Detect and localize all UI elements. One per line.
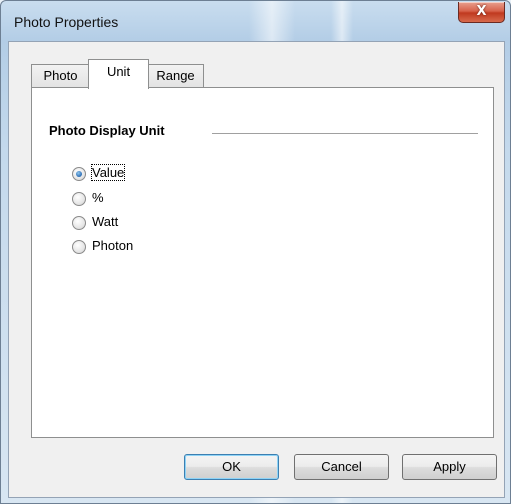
tab-range[interactable]: Range — [147, 64, 204, 87]
radio-label-value: Value — [90, 164, 126, 181]
tab-unit[interactable]: Unit — [88, 59, 149, 89]
photo-properties-window: Photo Properties X Photo Unit Range Phot… — [0, 0, 511, 504]
dialog-client-area: Photo Unit Range Photo Display Unit Valu… — [8, 41, 505, 498]
close-button[interactable]: X — [458, 2, 505, 23]
apply-button[interactable]: Apply — [402, 454, 497, 480]
cancel-button[interactable]: Cancel — [294, 454, 389, 480]
radio-button[interactable] — [72, 192, 86, 206]
radio-label-percent: % — [92, 190, 104, 205]
radio-button[interactable] — [72, 216, 86, 230]
radio-label-photon: Photon — [92, 238, 134, 253]
window-title: Photo Properties — [14, 14, 119, 30]
close-icon: X — [476, 4, 487, 19]
radio-label-watt: Watt — [92, 214, 119, 229]
tab-photo[interactable]: Photo — [31, 64, 90, 87]
title-bar[interactable]: Photo Properties X — [1, 1, 510, 41]
section-title: Photo Display Unit — [49, 123, 165, 138]
radio-button-checked[interactable] — [72, 167, 86, 181]
radio-button[interactable] — [72, 240, 86, 254]
unit-tab-panel: Photo Display Unit Value % Watt Photon — [31, 87, 494, 438]
ok-button[interactable]: OK — [184, 454, 279, 480]
section-divider — [212, 133, 478, 134]
